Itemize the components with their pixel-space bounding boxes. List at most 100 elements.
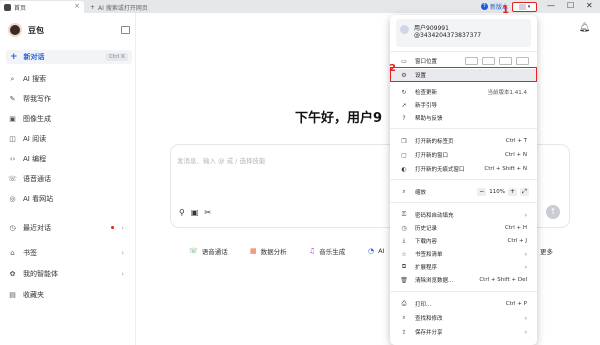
chip-label: 更多 [540, 248, 553, 256]
pin-icon[interactable] [516, 57, 529, 65]
chevron-right-icon: › [121, 270, 124, 278]
menu-item-extensions[interactable]: ⧉ 扩展程序 › [390, 261, 537, 273]
user-id: @3434204373837377 [414, 32, 482, 39]
sidebar-item-web[interactable]: ◎ AI 看网站 [8, 192, 132, 206]
menu-item-bookmarks[interactable]: ☆ 书签和清单 › [390, 248, 537, 260]
chip-ai[interactable]: ◔ AI [362, 243, 390, 259]
incognito-icon: ◐ [401, 165, 407, 173]
composer-toolbar: ⚲ ▣ ✂ [179, 208, 211, 217]
chip-data-analysis[interactable]: ▦ 数据分析 [244, 243, 293, 259]
zoom-in-button[interactable]: + [508, 188, 517, 196]
attach-icon[interactable]: ⚲ [179, 208, 185, 217]
tab-home-label: 首页 [14, 4, 27, 12]
code-icon: ‹› [9, 155, 16, 163]
close-icon[interactable]: × [74, 2, 80, 10]
tab-new-label: AI 搜索或打开网页 [98, 4, 148, 12]
chevron-right-icon: › [524, 314, 527, 322]
sidebar-item-reading[interactable]: ◫ AI 阅读 [8, 132, 132, 146]
sidebar-item-image[interactable]: ▣ 图像生成 [8, 112, 132, 126]
share-icon: ⇪ [401, 328, 407, 336]
menu-item-new-tab[interactable]: ❐ 打开新的标签页 Ctrl + T [390, 135, 537, 147]
trash-icon: 🗑︎ [400, 276, 408, 284]
data-icon: ▦ [250, 247, 257, 255]
image-icon: ▣ [9, 115, 16, 123]
notification-dot [111, 226, 114, 229]
music-icon: ♫ [309, 247, 316, 255]
sidebar-item-favorites[interactable]: ▤ 收藏夹 [8, 288, 132, 302]
brand: 豆包 [8, 23, 44, 37]
bell-icon[interactable]: 🔔︎ [579, 23, 590, 33]
plus-icon: + [10, 52, 18, 62]
scissors-icon[interactable]: ✂ [204, 208, 211, 217]
sidebar-toggle-icon[interactable] [121, 26, 130, 34]
screenshot-icon[interactable]: ▣ [191, 208, 199, 217]
home-icon [4, 3, 11, 11]
sidebar-item-bookmarks[interactable]: ⌂ 书签 › [8, 246, 132, 260]
menu-item-passwords[interactable]: ⚿ 密码和自动填充 › [390, 209, 537, 221]
new-window-icon: ▢ [401, 151, 407, 159]
zoom-controls: − 110% + ⤢ [477, 188, 529, 196]
window-left-icon[interactable] [465, 57, 478, 65]
sidebar-item-writing[interactable]: ✎ 帮我写作 [8, 92, 132, 106]
menu-item-print[interactable]: ⎙ 打印... Ctrl + P [390, 298, 537, 310]
greeting-title: 下午好，用户9 [295, 111, 383, 126]
brand-name: 豆包 [28, 25, 44, 35]
zoom-out-button[interactable]: − [477, 188, 487, 196]
sidebar-item-agents[interactable]: ✿ 我的智能体 › [8, 267, 132, 281]
zoom-icon: ⌕ [402, 188, 406, 195]
window-close-icon[interactable]: ✕ [586, 1, 593, 10]
search-icon: ⌕ [10, 74, 15, 83]
composer-placeholder: 发消息、输入 @ 或 / 选择技能 [177, 157, 266, 165]
sidebar-item-voice-call[interactable]: ☏ 语音通话 [8, 172, 132, 186]
minimize-icon[interactable]: — [547, 1, 555, 10]
new-chat-button[interactable]: + 新对话 Ctrl K [6, 50, 132, 64]
plus-icon[interactable]: + [90, 4, 95, 11]
menu-label: 新手引导 [415, 103, 438, 109]
menu-item-downloads[interactable]: ⤓ 下载内容 Ctrl + J [390, 235, 537, 247]
menu-label: 帮助与反馈 [415, 116, 443, 122]
user-dropdown-menu: 用户909991 @3434204373837377 ▭ 窗口位置 ⚙ 设置 ↻… [390, 15, 537, 345]
sidebar-item-ai-search[interactable]: ⌕ AI 搜索 [8, 72, 132, 86]
current-version: 当前版本1.41.4 [487, 90, 528, 96]
menu-divider [390, 202, 537, 203]
menu-label: 保存并分享 [415, 330, 443, 336]
phone-icon: ☏ [189, 247, 198, 255]
menu-divider [390, 179, 537, 180]
sidebar-item-label: AI 编程 [23, 155, 47, 163]
send-button[interactable]: ↑ [546, 205, 560, 219]
user-info[interactable]: 用户909991 @3434204373837377 [396, 19, 531, 47]
tab-home[interactable]: 首页 × [0, 1, 84, 13]
menu-window-position: ▭ 窗口位置 [390, 55, 537, 67]
menu-label: 扩展程序 [415, 265, 438, 271]
favorites-icon: ▤ [9, 291, 16, 299]
sidebar-item-label: 书签 [23, 249, 37, 257]
agent-icon: ✿ [9, 270, 16, 278]
menu-item-incognito[interactable]: ◐ 打开新的无痕式窗口 Ctrl + Shift + N [390, 163, 537, 175]
sidebar-item-recent[interactable]: ◷ 最近对话 › [8, 221, 132, 235]
menu-item-check-update[interactable]: ↻ 检查更新 当前版本1.41.4 [390, 86, 537, 98]
user-name: 用户909991 [414, 25, 449, 32]
user-menu-button[interactable]: ▾ [512, 2, 537, 12]
star-icon: ☆ [401, 250, 407, 258]
menu-item-clear-data[interactable]: 🗑︎ 清除浏览数据... Ctrl + Shift + Del [390, 274, 537, 286]
sidebar-item-coding[interactable]: ‹› AI 编程 [8, 152, 132, 166]
chevron-down-icon: ▾ [527, 4, 531, 10]
history-icon: ◷ [401, 224, 407, 232]
maximize-icon[interactable]: ☐ [567, 1, 574, 10]
menu-item-help[interactable]: ? 帮助与反馈 [390, 112, 537, 124]
tab-new[interactable]: + AI 搜索或打开网页 [86, 1, 196, 13]
avatar[interactable] [8, 23, 22, 37]
rocket-icon: ➚ [401, 101, 407, 109]
menu-item-save-share[interactable]: ⇪ 保存并分享 › [390, 326, 537, 338]
menu-item-guide[interactable]: ➚ 新手引导 [390, 99, 537, 111]
menu-item-find[interactable]: ⌕ 查找和修改 › [390, 312, 537, 324]
fullscreen-icon[interactable]: ⤢ [520, 188, 529, 196]
annotation-highlight-settings [390, 67, 537, 82]
menu-item-new-window[interactable]: ▢ 打开新的窗口 Ctrl + N [390, 149, 537, 161]
chip-music[interactable]: ♫ 音乐生成 [303, 243, 351, 259]
menu-label: 窗口位置 [415, 59, 438, 65]
window-center-icon[interactable] [482, 57, 495, 65]
menu-item-history[interactable]: ◷ 历史记录 Ctrl + H [390, 222, 537, 234]
chip-voice-call[interactable]: ☏ 语音通话 [183, 243, 234, 259]
window-right-icon[interactable] [499, 57, 512, 65]
